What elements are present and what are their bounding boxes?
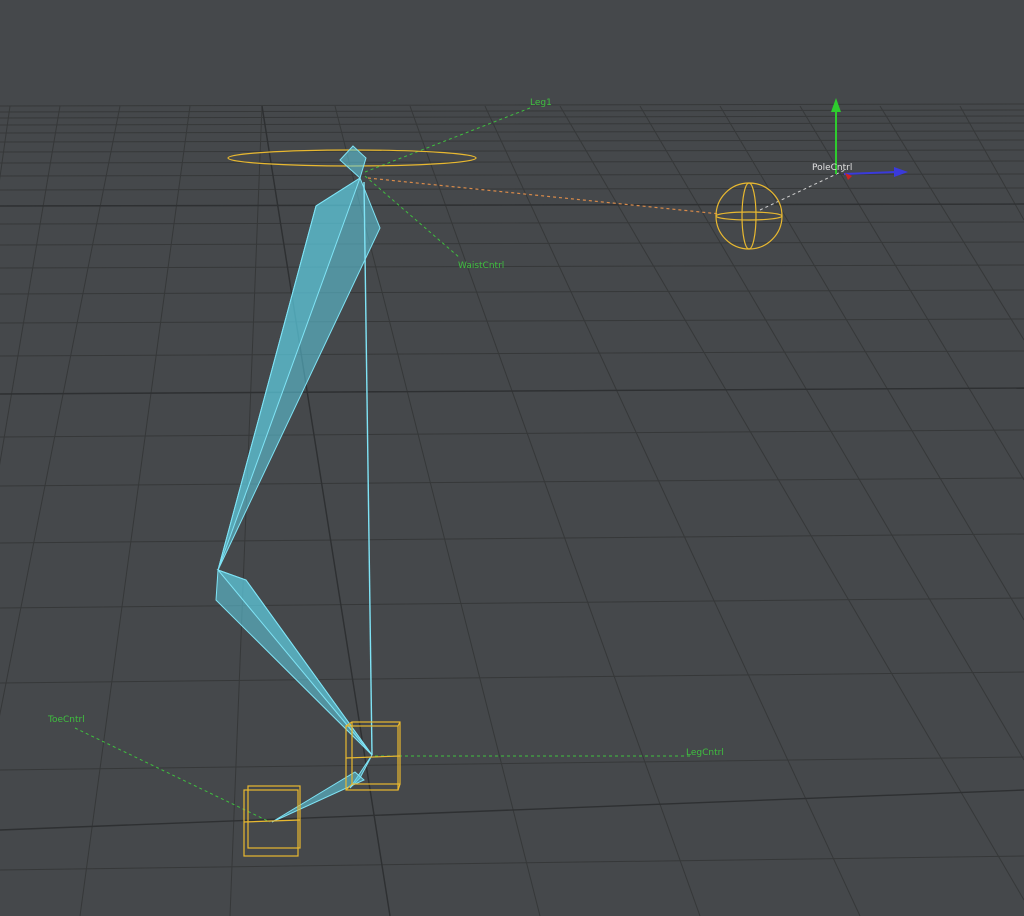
viewport-canvas[interactable]: Leg1 WaistCntrl PoleCntrl ToeCntrl LegCn… <box>0 0 1024 916</box>
constraint-links <box>74 107 846 823</box>
label-waist-cntrl[interactable]: WaistCntrl <box>458 261 504 271</box>
ground-grid <box>0 103 1024 916</box>
pole-sphere-control[interactable] <box>715 182 783 250</box>
3d-viewport[interactable]: Leg1 WaistCntrl PoleCntrl ToeCntrl LegCn… <box>0 0 1024 916</box>
label-pole-cntrl[interactable]: PoleCntrl <box>812 163 852 173</box>
label-leg-cntrl[interactable]: LegCntrl <box>686 748 724 758</box>
label-leg1[interactable]: Leg1 <box>530 98 552 108</box>
toe-control-box[interactable] <box>243 785 301 857</box>
ground-grid-major <box>0 105 1024 916</box>
sky-area <box>0 0 1024 105</box>
label-toe-cntrl[interactable]: ToeCntrl <box>47 715 85 725</box>
